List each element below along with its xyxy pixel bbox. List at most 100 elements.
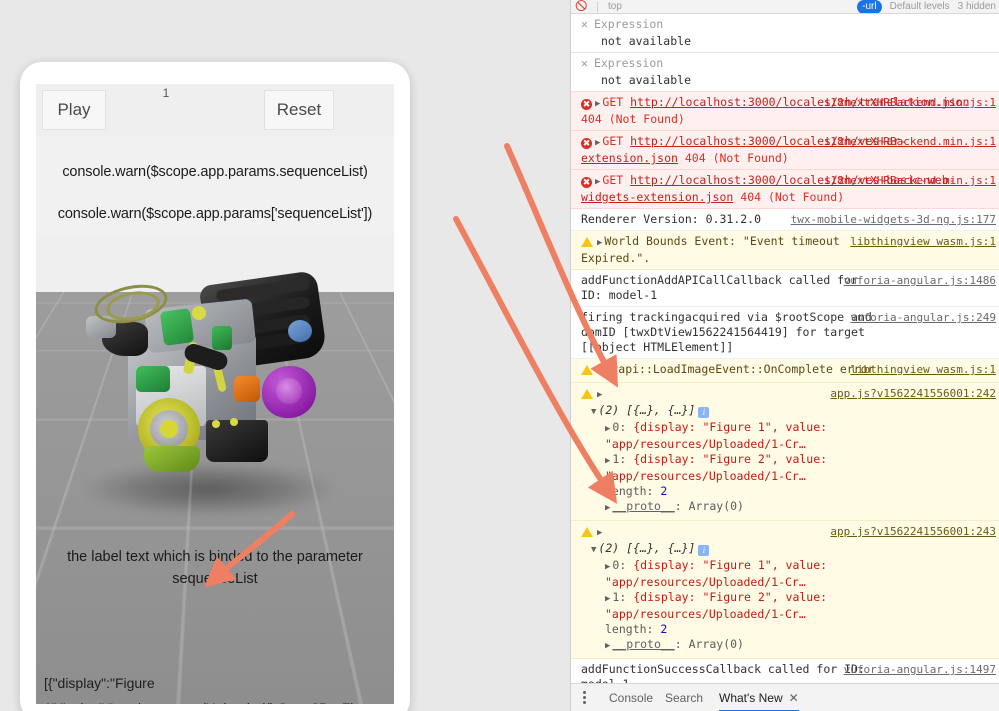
console-row-error[interactable]: i18nextXHRBackend.min.js:1 ✖ ▶ GET http://… [571,131,999,170]
error-icon: ✖ [581,99,592,110]
expand-triangle-icon[interactable]: ▶ [597,236,602,251]
console-row-error[interactable]: i18nextXHRBackend.min.js:1 ✖ ▶ GET http://… [571,92,999,131]
expand-triangle-icon[interactable]: ▶ [605,422,610,437]
source-link[interactable]: i18nextXHRBackend.min.js:1 [824,95,996,110]
reset-button[interactable]: Reset [264,90,334,130]
console-row-log[interactable]: vuforia-angular.js:249 firing trackingac… [571,307,999,359]
status-text: 404 (Not Found) [740,190,845,204]
code-label-dot-notation: console.warn($scope.app.params.sequenceL… [62,164,368,180]
console-row-array[interactable]: app.js?v1562241556001:243 ▶ ▼ (2) [{…}, {… [571,521,999,659]
source-link[interactable]: i18nextXHRBackend.min.js:1 [824,134,996,149]
tab-console[interactable]: Console [609,690,653,706]
log-message: Renderer Version: 0.31.2.0 [581,212,762,226]
array-item-value: {display: "Figure 1", value: "app/resour… [605,420,828,451]
expand-triangle-icon[interactable]: ▶ [605,454,610,469]
array-item-value: {display: "Figure 2", value: "app/resour… [605,590,828,621]
console-row-log[interactable]: twx-mobile-widgets-3d-ng.js:177 Renderer… [571,209,999,231]
proto-key: __proto__ [612,499,675,513]
warning-icon [581,527,593,537]
console-row-error[interactable]: i18nextXHRBackend.min.js:1 ✖ ▶ GET http://… [571,170,999,209]
array-item-value: {display: "Figure 1", value: "app/resour… [605,558,828,589]
warn-message: tvapi::LoadImageEvent::OnComplete error [604,362,875,376]
console-row[interactable]: ✕ Expression not available [571,53,999,92]
close-icon[interactable]: ✕ [581,17,588,32]
3d-viewport[interactable]: the label text which is binded to the pa… [36,234,394,704]
mobile-device-screen: Play 1 Reset console.warn($scope.app.par… [36,84,394,704]
filter-pill[interactable]: -url [853,0,885,13]
more-options-icon[interactable] [583,691,586,706]
error-icon: ✖ [581,138,592,149]
clear-console-icon[interactable]: 🚫 [571,0,591,13]
hidden-count-label: 3 hidden [957,1,996,12]
console-row-log[interactable]: vuforia-angular.js:1497 addFunctionSucce… [571,659,999,683]
source-link[interactable]: vuforia-angular.js:1486 [844,273,996,288]
log-message: addFunctionAddAPICallCallback called for… [581,273,858,302]
log-message: addFunctionSuccessCallback called for ID… [581,662,865,683]
collapse-triangle-icon[interactable]: ▼ [591,543,596,558]
array-item-row[interactable]: ▶ 0: {display: "Figure 1", value: "app/re… [581,558,996,590]
console-row-warning[interactable]: libthingview wasm.js:1 ▶ tvapi::LoadImage… [571,359,999,383]
array-item-row[interactable]: ▶ 1: {display: "Figure 2", value: "app/re… [581,452,996,484]
expand-triangle-icon[interactable]: ▶ [597,388,602,403]
source-link[interactable]: app.js?v1562241556001:243 [830,524,996,539]
array-summary-row[interactable]: ▼ (2) [{…}, {…}] i [581,541,996,558]
expression-title: Expression [593,56,664,70]
status-text: 404 (Not Found) [684,151,789,165]
length-value: 2 [660,622,668,636]
source-link[interactable]: libthingview wasm.js:1 [850,362,996,377]
screenshot-root: Play 1 Reset console.warn($scope.app.par… [0,0,999,711]
array-proto-row[interactable]: ▶ __proto__: Array(0) [581,499,996,516]
expression-title: Expression [593,17,664,31]
source-link[interactable]: i18nextXHRBackend.min.js:1 [824,173,996,188]
source-link[interactable]: vuforia-angular.js:1497 [844,662,996,677]
expand-triangle-icon[interactable]: ▶ [595,175,600,190]
tab-whats-new-label: What's New [719,691,783,705]
array-item-row[interactable]: ▶ 0: {display: "Figure 1", value: "app/re… [581,420,996,452]
source-link[interactable]: twx-mobile-widgets-3d-ng.js:177 [791,212,996,227]
tab-whats-new[interactable]: What's New ✕ [719,690,799,711]
devtools-drawer-tabbar: Console Search What's New ✕ [571,683,999,711]
console-row[interactable]: ✕ Expression not available [571,14,999,53]
close-icon[interactable]: ✕ [789,691,799,705]
step-counter: 1 [162,86,170,100]
source-link[interactable]: vuforia-angular.js:249 [850,310,996,325]
close-icon[interactable]: ✕ [581,56,588,71]
toolbar-divider [597,2,599,12]
expand-triangle-icon[interactable]: ▶ [597,364,602,379]
expand-triangle-icon[interactable]: ▶ [597,526,602,541]
tab-search[interactable]: Search [665,690,703,706]
console-message-list[interactable]: ✕ Expression not available ✕ Expression no… [571,14,999,683]
context-selector[interactable]: top [604,0,626,13]
expand-triangle-icon[interactable]: ▶ [605,592,610,607]
sequence-list-json-output: [{"display":"Figure 1","value":"app/reso… [44,675,381,704]
source-link[interactable]: libthingview wasm.js:1 [850,234,996,249]
console-row-warning[interactable]: libthingview wasm.js:1 ▶ World Bounds Eve… [571,231,999,270]
error-icon: ✖ [581,177,592,188]
console-row-log[interactable]: vuforia-angular.js:1486 addFunctionAddAP… [571,270,999,307]
array-length-row: length: 2 [581,622,996,637]
proto-value: : Array(0) [674,499,744,513]
array-proto-row[interactable]: ▶ __proto__: Array(0) [581,637,996,654]
length-key: length: [605,484,654,498]
play-button[interactable]: Play [42,90,106,130]
warning-icon [581,389,593,399]
console-row-array[interactable]: app.js?v1562241556001:242 ▶ ▼ (2) [{…}, {… [571,383,999,521]
array-summary-row[interactable]: ▼ (2) [{…}, {…}] i [581,403,996,420]
expand-triangle-icon[interactable]: ▶ [605,639,610,654]
expand-triangle-icon[interactable]: ▶ [605,501,610,516]
source-link[interactable]: app.js?v1562241556001:242 [830,386,996,401]
mobile-device-frame: Play 1 Reset console.warn($scope.app.par… [20,62,410,711]
app-toolbar: Play 1 Reset [36,84,394,136]
expand-triangle-icon[interactable]: ▶ [595,136,600,151]
array-item-row[interactable]: ▶ 1: {display: "Figure 2", value: "app/re… [581,590,996,622]
engine-3d-model [66,270,366,525]
length-value: 2 [660,484,668,498]
browser-viewport: Play 1 Reset console.warn($scope.app.par… [0,0,570,711]
collapse-triangle-icon[interactable]: ▼ [591,405,596,420]
http-method: GET [602,173,624,187]
info-icon[interactable]: i [698,545,710,556]
expand-triangle-icon[interactable]: ▶ [595,97,600,112]
levels-selector[interactable]: Default levels [886,0,954,13]
info-icon[interactable]: i [698,407,710,418]
expand-triangle-icon[interactable]: ▶ [605,560,610,575]
